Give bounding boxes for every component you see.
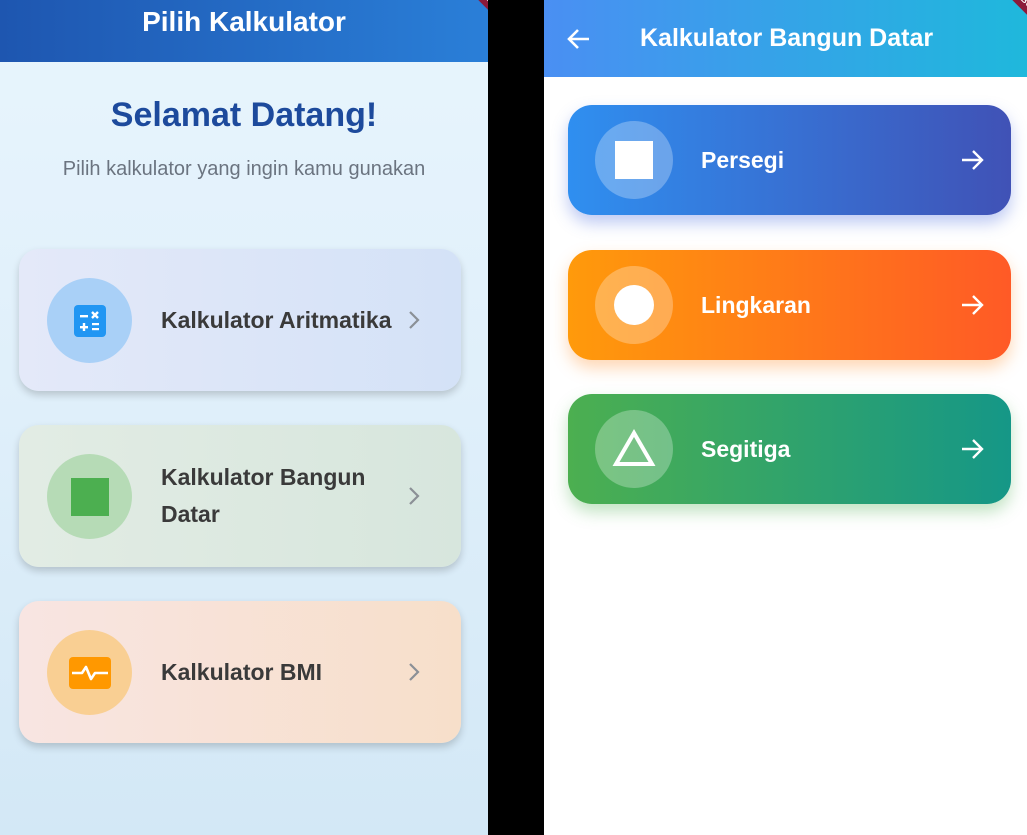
card-kalkulator-bangun-datar[interactable]: Kalkulator Bangun Datar [19,425,461,567]
square-icon [70,477,109,516]
bangun-datar-screen: Kalkulator Bangun Datar DEBUG Persegi Li… [544,0,1027,835]
card-label: Kalkulator BMI [161,658,323,685]
calculator-icon-circle [47,278,132,363]
app-bar: Pilih Kalkulator [0,0,488,62]
card-label: Kalkulator Aritmatika [161,306,392,333]
triangle-icon [612,429,656,466]
app-bar-title: Kalkulator Bangun Datar [640,24,934,52]
card-kalkulator-aritmatika[interactable]: Kalkulator Aritmatika [19,249,461,391]
card-kalkulator-bmi[interactable]: Kalkulator BMI [19,601,461,743]
calculator-icon [73,304,106,337]
arrow-right-icon [962,439,984,459]
app-bar: Kalkulator Bangun Datar [544,0,1027,77]
square-icon [615,141,653,179]
card-label: Segitiga [701,435,791,462]
card-label: Kalkulator Bangun Datar [161,464,366,527]
app-bar-title: Pilih Kalkulator [142,6,346,37]
card-lingkaran[interactable]: Lingkaran [568,250,1011,360]
arrow-right-icon [962,295,984,315]
square-icon-circle [595,121,673,199]
chevron-right-icon [409,487,420,505]
circle-icon-circle [595,266,673,344]
chevron-right-icon [409,663,420,681]
monitor-heart-icon [68,656,111,689]
card-label: Lingkaran [701,291,811,318]
calculator-selection-screen: Pilih Kalkulator DEBUG Selamat Datang! P… [0,0,488,835]
welcome-heading: Selamat Datang! [110,96,378,134]
back-arrow-icon[interactable] [566,26,592,52]
welcome-subtitle: Pilih kalkulator yang ingin kamu gunakan [62,158,426,180]
square-icon-circle [47,454,132,539]
card-persegi[interactable]: Persegi [568,105,1011,215]
triangle-icon-circle [595,410,673,488]
card-segitiga[interactable]: Segitiga [568,394,1011,504]
arrow-right-icon [962,150,984,170]
monitor-heart-icon-circle [47,630,132,715]
chevron-right-icon [409,311,420,329]
card-label: Persegi [701,146,785,173]
circle-icon [614,285,654,325]
